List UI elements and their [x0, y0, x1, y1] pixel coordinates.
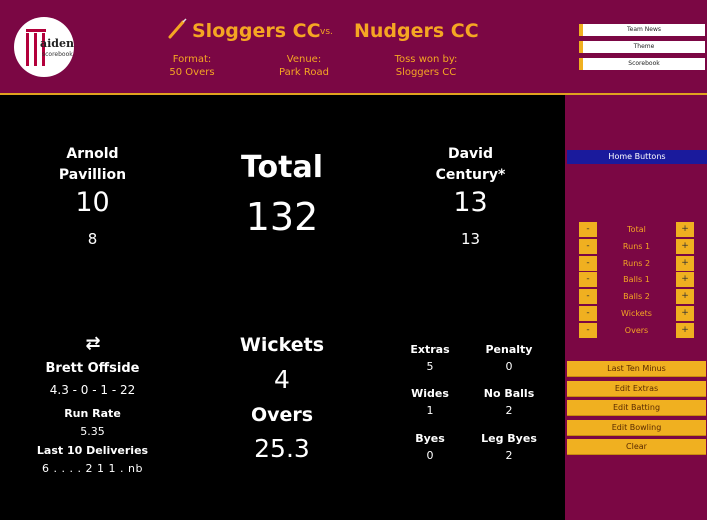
team-news-button[interactable]: Team News: [579, 24, 705, 36]
edit-bowling-button[interactable]: Edit Bowling: [567, 419, 706, 436]
bowler-name: Brett Offside: [45, 361, 140, 376]
runs-1-plus-button[interactable]: +: [676, 238, 694, 254]
format-value: 50 Overs: [169, 67, 215, 78]
wickets-label: Wickets: [239, 334, 325, 356]
control-row-total: - Total +: [579, 222, 694, 237]
balls-2-minus-button[interactable]: -: [579, 289, 597, 305]
logo-text: aiden: [40, 37, 74, 50]
runs-2-minus-button[interactable]: -: [579, 255, 597, 271]
wickets-minus-button[interactable]: -: [579, 306, 597, 321]
total-value: 132: [245, 195, 319, 239]
away-team-name: Nudgers CC: [354, 20, 479, 42]
runs-1-minus-button[interactable]: -: [579, 238, 597, 254]
right-batter-name: David Century*: [435, 146, 506, 183]
logo-subtext: scorebook: [42, 51, 73, 58]
overs-minus-button[interactable]: -: [579, 322, 597, 338]
wickets-control-label: Wickets: [621, 309, 652, 318]
toss-value: Sloggers CC: [395, 67, 457, 78]
overs-value: 25.3: [254, 434, 310, 463]
header-bar: aiden scorebook Sloggers CC vs. Nudgers …: [0, 0, 707, 95]
runs-2-plus-button[interactable]: +: [676, 255, 694, 271]
total-minus-button[interactable]: -: [579, 222, 597, 237]
leg-byes-value: 2: [505, 449, 513, 462]
control-row-runs-2: - Runs 2 +: [579, 255, 694, 271]
scoreboard-panel: Arnold Pavillion 10 8 Total 132 David Ce…: [0, 95, 565, 520]
venue-info: Venue: Park Road: [272, 53, 336, 79]
no-balls-value: 2: [505, 404, 513, 417]
clear-button[interactable]: Clear: [567, 439, 706, 455]
balls-2-plus-button[interactable]: +: [676, 289, 694, 305]
balls-2-control-label: Balls 2: [623, 292, 650, 302]
wides-value: 1: [426, 404, 434, 417]
venue-value: Park Road: [279, 67, 329, 78]
control-row-wickets: - Wickets +: [579, 306, 694, 321]
overs-label: Overs: [250, 404, 314, 426]
total-plus-button[interactable]: +: [676, 222, 694, 237]
balls-1-control-label: Balls 1: [623, 275, 650, 285]
overs-control-label: Overs: [624, 325, 649, 335]
toss-label: Toss won by:: [394, 54, 458, 65]
home-buttons-header[interactable]: Home Buttons: [567, 150, 707, 164]
overs-plus-button[interactable]: +: [676, 322, 694, 338]
runs-1-control-label: Runs 1: [622, 241, 651, 251]
wides-label: Wides: [411, 387, 449, 400]
left-batter-balls: 8: [87, 230, 98, 248]
format-info: Format: 50 Overs: [160, 53, 224, 79]
penalty-label: Penalty: [485, 343, 533, 356]
leg-byes-label: Leg Byes: [481, 432, 537, 445]
run-rate-value: 5.35: [80, 425, 105, 438]
balls-1-plus-button[interactable]: +: [676, 272, 694, 288]
last-ten-label: Last 10 Deliveries: [36, 444, 149, 457]
scorebook-button[interactable]: Scorebook: [579, 58, 705, 70]
last-ten-deliveries: 6 . . . . 2 1 1 . nb: [42, 462, 143, 475]
toss-info: Toss won by: Sloggers CC: [386, 53, 466, 79]
swap-batters-icon[interactable]: ⇄: [80, 333, 106, 354]
versus-label: vs.: [320, 27, 333, 37]
extras-value: 5: [426, 360, 434, 373]
right-batter-runs: 13: [453, 187, 488, 218]
penalty-value: 0: [505, 360, 513, 373]
maiden-scorebook-logo: aiden scorebook: [14, 17, 74, 77]
balls-1-minus-button[interactable]: -: [579, 272, 597, 288]
control-row-runs-1: - Runs 1 +: [579, 238, 694, 254]
right-batter-balls: 13: [460, 230, 481, 248]
control-row-overs: - Overs +: [579, 322, 694, 338]
wickets-value: 4: [274, 365, 290, 394]
bowler-figures: 4.3 - 0 - 1 - 22: [49, 383, 136, 397]
cricket-bat-icon: [168, 18, 187, 39]
last-ten-minus-button[interactable]: Last Ten Minus: [567, 361, 706, 377]
runs-2-control-label: Runs 2: [622, 258, 651, 268]
byes-value: 0: [426, 449, 434, 462]
control-row-balls-1: - Balls 1 +: [579, 272, 694, 288]
run-rate-label: Run Rate: [64, 407, 121, 420]
extras-label: Extras: [410, 343, 450, 356]
edit-extras-button[interactable]: Edit Extras: [567, 380, 706, 397]
theme-button[interactable]: Theme: [579, 41, 705, 53]
home-team-name: Sloggers CC: [192, 20, 321, 42]
wickets-plus-button[interactable]: +: [676, 306, 694, 321]
left-batter-name: Arnold Pavillion: [58, 146, 127, 183]
control-row-balls-2: - Balls 2 +: [579, 289, 694, 305]
venue-label: Venue:: [286, 54, 322, 65]
edit-batting-button[interactable]: Edit Batting: [567, 400, 706, 416]
byes-label: Byes: [415, 432, 445, 445]
total-label: Total: [241, 150, 323, 185]
left-batter-runs: 10: [75, 187, 110, 218]
format-label: Format:: [172, 54, 212, 65]
total-control-label: Total: [627, 225, 646, 234]
no-balls-label: No Balls: [483, 387, 535, 400]
